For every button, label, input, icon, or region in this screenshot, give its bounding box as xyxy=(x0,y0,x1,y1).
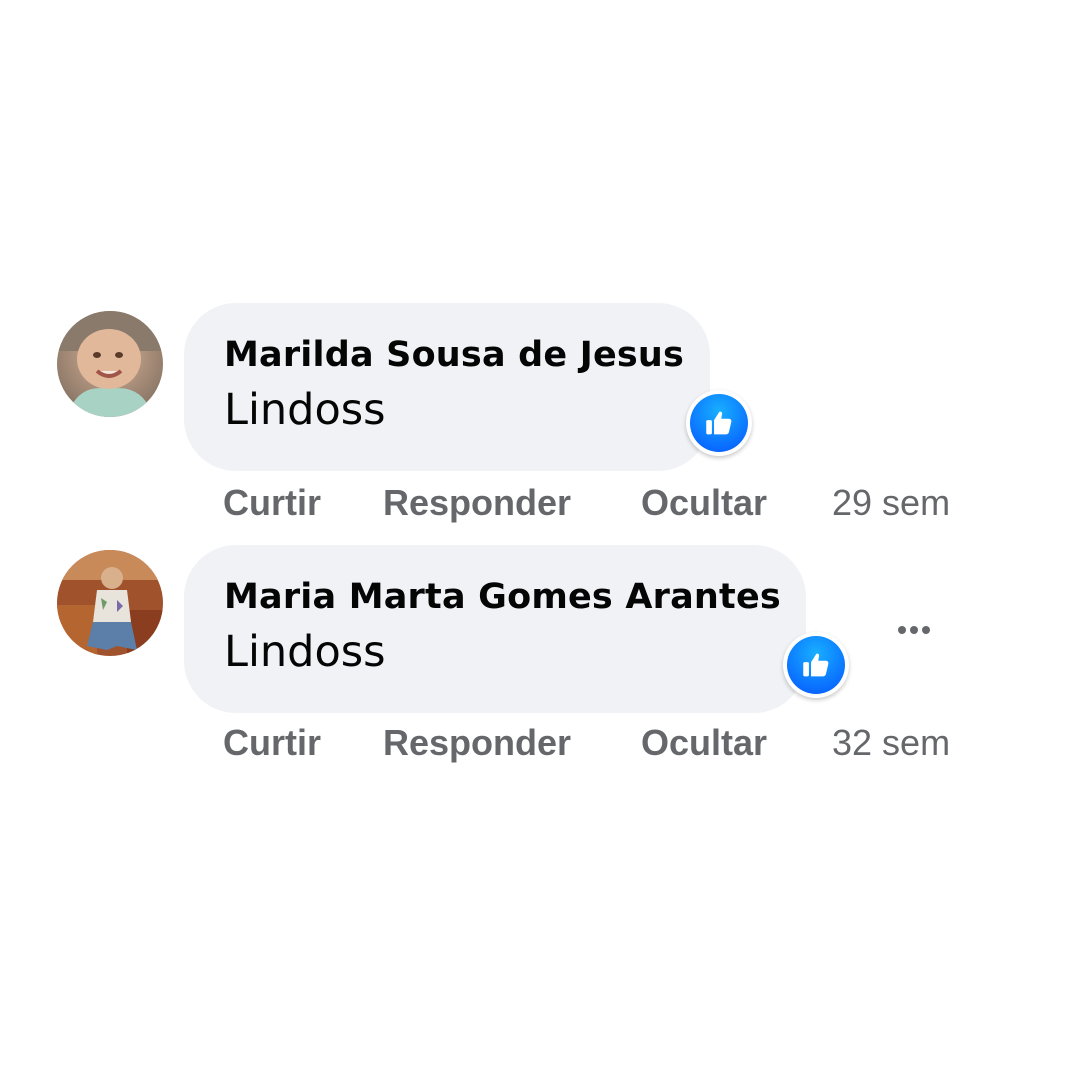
avatar[interactable] xyxy=(57,311,163,417)
more-options-icon xyxy=(898,626,906,634)
more-options-icon xyxy=(910,626,918,634)
avatar-photo-icon xyxy=(57,311,163,417)
like-link[interactable]: Curtir xyxy=(223,720,321,766)
reaction-badge[interactable] xyxy=(686,390,752,456)
comment-timestamp[interactable]: 29 sem xyxy=(832,480,950,526)
avatar[interactable] xyxy=(57,550,163,656)
reply-link[interactable]: Responder xyxy=(383,720,571,766)
hide-link[interactable]: Ocultar xyxy=(641,480,767,526)
hide-link[interactable]: Ocultar xyxy=(641,720,767,766)
avatar-photo-icon xyxy=(57,550,163,656)
reply-link[interactable]: Responder xyxy=(383,480,571,526)
like-icon xyxy=(690,394,748,452)
like-icon xyxy=(787,636,845,694)
comment-author[interactable]: Maria Marta Gomes Arantes xyxy=(224,575,781,619)
comment-text: Lindoss xyxy=(224,627,386,677)
comment-text: Lindoss xyxy=(224,385,386,435)
more-options-icon xyxy=(922,626,930,634)
reaction-badge[interactable] xyxy=(783,632,849,698)
comment-timestamp[interactable]: 32 sem xyxy=(832,720,950,766)
like-link[interactable]: Curtir xyxy=(223,480,321,526)
comment-bubble: Maria Marta Gomes Arantes Lindoss xyxy=(184,545,806,713)
more-options-button[interactable] xyxy=(880,610,948,650)
comment-author[interactable]: Marilda Sousa de Jesus xyxy=(224,333,684,377)
comment-bubble: Marilda Sousa de Jesus Lindoss xyxy=(184,303,710,471)
